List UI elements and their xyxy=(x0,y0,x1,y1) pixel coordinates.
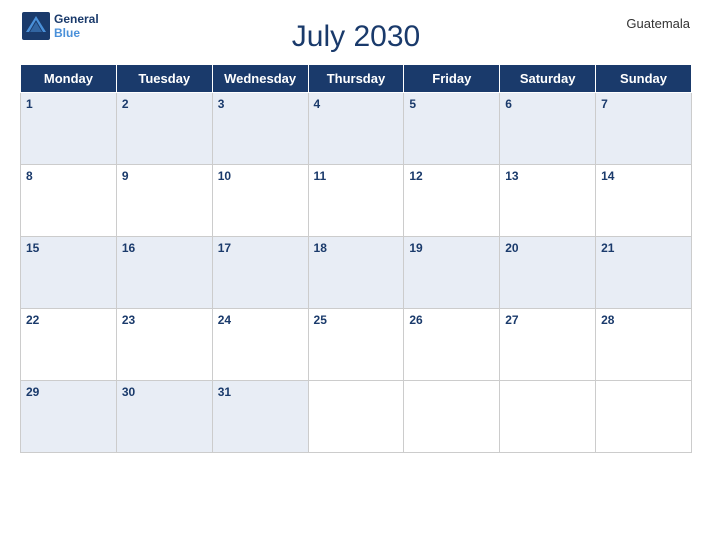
day-number: 14 xyxy=(601,169,686,183)
day-cell: 15 xyxy=(21,237,117,309)
col-thursday: Thursday xyxy=(308,65,404,93)
day-cell: 12 xyxy=(404,165,500,237)
day-cell: 13 xyxy=(500,165,596,237)
calendar-table: Monday Tuesday Wednesday Thursday Friday… xyxy=(20,64,692,453)
day-number: 2 xyxy=(122,97,207,111)
day-cell: 4 xyxy=(308,93,404,165)
day-cell: 26 xyxy=(404,309,500,381)
day-cell: 21 xyxy=(596,237,692,309)
col-friday: Friday xyxy=(404,65,500,93)
day-cell: 6 xyxy=(500,93,596,165)
day-number: 22 xyxy=(26,313,111,327)
day-cell: 24 xyxy=(212,309,308,381)
week-row-3: 15 16 17 18 19 20 21 xyxy=(21,237,692,309)
day-cell: 20 xyxy=(500,237,596,309)
day-cell: 3 xyxy=(212,93,308,165)
day-number: 20 xyxy=(505,241,590,255)
day-cell: 29 xyxy=(21,381,117,453)
col-wednesday: Wednesday xyxy=(212,65,308,93)
day-cell: 25 xyxy=(308,309,404,381)
day-number: 15 xyxy=(26,241,111,255)
day-number: 25 xyxy=(314,313,399,327)
day-cell: 31 xyxy=(212,381,308,453)
logo-icon xyxy=(22,12,50,40)
day-number: 3 xyxy=(218,97,303,111)
day-cell: 30 xyxy=(116,381,212,453)
col-sunday: Sunday xyxy=(596,65,692,93)
day-number: 10 xyxy=(218,169,303,183)
day-number: 6 xyxy=(505,97,590,111)
col-saturday: Saturday xyxy=(500,65,596,93)
day-number: 27 xyxy=(505,313,590,327)
day-number: 23 xyxy=(122,313,207,327)
day-cell: 22 xyxy=(21,309,117,381)
day-number: 21 xyxy=(601,241,686,255)
day-number: 16 xyxy=(122,241,207,255)
day-cell: 7 xyxy=(596,93,692,165)
day-number: 1 xyxy=(26,97,111,111)
week-row-2: 89 10 11 12 13 14 xyxy=(21,165,692,237)
day-cell: 17 xyxy=(212,237,308,309)
day-cell: 2 xyxy=(116,93,212,165)
week-row-5: 29 30 31 xyxy=(21,381,692,453)
day-cell: 19 xyxy=(404,237,500,309)
day-number: 17 xyxy=(218,241,303,255)
day-cell: 9 xyxy=(116,165,212,237)
day-cell: 16 xyxy=(116,237,212,309)
header-row: Monday Tuesday Wednesday Thursday Friday… xyxy=(21,65,692,93)
day-number: 26 xyxy=(409,313,494,327)
day-cell: 14 xyxy=(596,165,692,237)
day-number: 29 xyxy=(26,385,111,399)
day-cell xyxy=(308,381,404,453)
day-cell: 27 xyxy=(500,309,596,381)
day-number: 18 xyxy=(314,241,399,255)
col-tuesday: Tuesday xyxy=(116,65,212,93)
week-row-1: 1234567 xyxy=(21,93,692,165)
day-cell: 18 xyxy=(308,237,404,309)
day-number: 13 xyxy=(505,169,590,183)
day-cell: 8 xyxy=(21,165,117,237)
day-number: 31 xyxy=(218,385,303,399)
day-number: 9 xyxy=(122,169,207,183)
day-cell: 10 xyxy=(212,165,308,237)
day-number: 4 xyxy=(314,97,399,111)
day-cell: 5 xyxy=(404,93,500,165)
country-label: Guatemala xyxy=(626,16,690,31)
day-cell xyxy=(500,381,596,453)
calendar-title: July 2030 xyxy=(292,20,420,54)
day-number: 30 xyxy=(122,385,207,399)
day-number: 7 xyxy=(601,97,686,111)
day-number: 12 xyxy=(409,169,494,183)
day-number: 11 xyxy=(314,169,399,183)
day-cell: 23 xyxy=(116,309,212,381)
day-cell xyxy=(596,381,692,453)
col-monday: Monday xyxy=(21,65,117,93)
day-number: 28 xyxy=(601,313,686,327)
day-cell xyxy=(404,381,500,453)
day-number: 24 xyxy=(218,313,303,327)
day-cell: 1 xyxy=(21,93,117,165)
day-number: 8 xyxy=(26,169,111,183)
day-number: 5 xyxy=(409,97,494,111)
day-cell: 28 xyxy=(596,309,692,381)
logo: General Blue xyxy=(22,12,99,41)
week-row-4: 22 23 24 25 26 27 28 xyxy=(21,309,692,381)
day-cell: 11 xyxy=(308,165,404,237)
logo-text: General Blue xyxy=(54,12,99,41)
day-number: 19 xyxy=(409,241,494,255)
